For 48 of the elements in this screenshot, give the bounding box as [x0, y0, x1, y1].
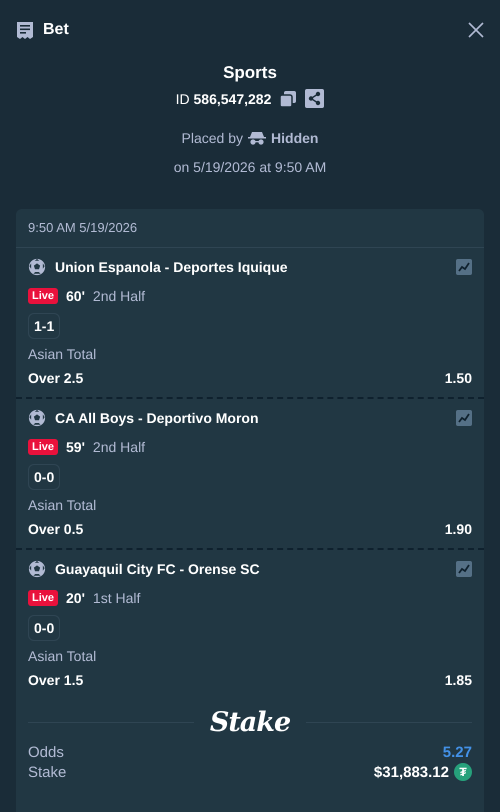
soccer-ball-icon [28, 409, 46, 427]
selection: Over 2.5 [28, 370, 84, 386]
incognito-icon [248, 131, 266, 145]
match-minute: 60' [66, 288, 85, 304]
stats-icon[interactable] [456, 410, 472, 426]
selection-odds: 1.85 [444, 672, 472, 688]
panel-title: Bet [43, 21, 69, 39]
placed-by-label: Placed by [182, 130, 244, 146]
match-minute: 20' [66, 590, 85, 606]
currency-icon: ₮ [454, 763, 472, 781]
selection-odds: 1.90 [444, 521, 472, 537]
close-icon[interactable] [468, 22, 484, 38]
match-name: Guayaquil City FC - Orense SC [55, 561, 260, 577]
match-period: 2nd Half [92, 288, 146, 304]
placed-date: on 5/19/2026 at 9:50 AM [174, 159, 326, 175]
live-tag: Live [28, 590, 58, 606]
match-period: 1st Half [92, 590, 140, 606]
stats-icon[interactable] [456, 259, 472, 275]
selection: Over 0.5 [28, 521, 84, 537]
bet-timestamp: 9:50 AM 5/19/2026 [28, 220, 138, 235]
copy-icon[interactable] [279, 90, 298, 108]
match-minute: 59' [66, 439, 85, 455]
match-period: 2nd Half [92, 439, 146, 455]
soccer-ball-icon [28, 560, 46, 578]
total-value: 5.27 [442, 744, 472, 761]
market-name: Asian Total [28, 648, 96, 664]
stats-icon[interactable] [456, 561, 472, 577]
match-name: Union Espanola - Deportes Iquique [55, 259, 288, 275]
share-icon[interactable] [305, 89, 324, 108]
match-score: 1-1 [28, 313, 60, 339]
live-tag: Live [28, 439, 58, 455]
bet-category: Sports [223, 63, 277, 83]
match-score: 0-0 [28, 464, 60, 490]
placed-by-user: Hidden [271, 130, 318, 146]
receipt-icon [16, 20, 34, 40]
market-name: Asian Total [28, 346, 96, 362]
total-value: $31,883.12 [374, 764, 449, 780]
brand-logo: Stake [210, 707, 290, 738]
live-tag: Live [28, 288, 58, 304]
selection-odds: 1.50 [444, 370, 472, 386]
total-label: Stake [28, 764, 66, 780]
total-label: Odds [28, 744, 64, 761]
bet-id: ID 586,547,282 [176, 90, 272, 106]
soccer-ball-icon [28, 258, 46, 276]
selection: Over 1.5 [28, 672, 84, 688]
match-score: 0-0 [28, 615, 60, 641]
market-name: Asian Total [28, 497, 96, 513]
match-name: CA All Boys - Deportivo Moron [55, 410, 259, 426]
